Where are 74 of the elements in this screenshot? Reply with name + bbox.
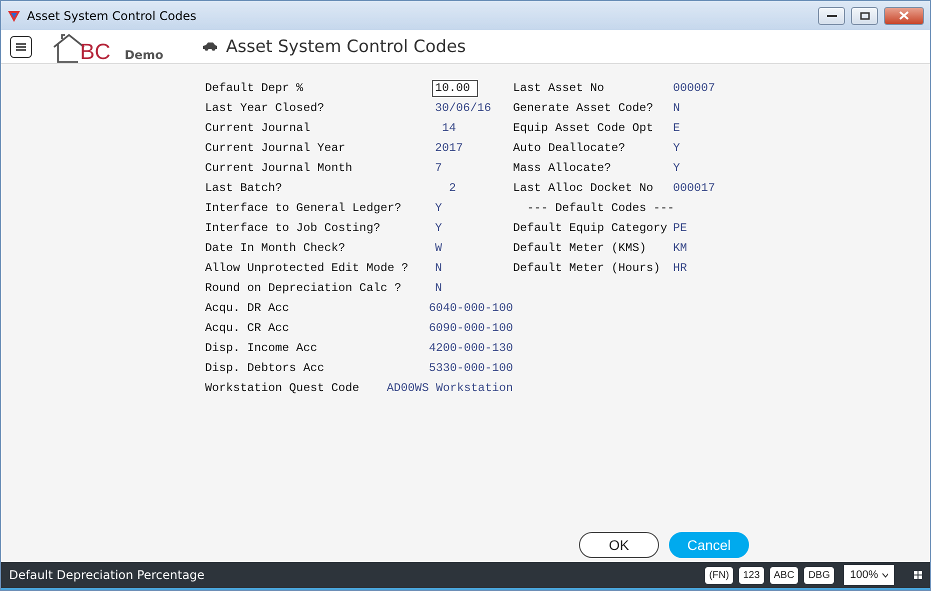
field-value: 7: [435, 161, 442, 175]
mode-key[interactable]: 123: [739, 566, 764, 584]
field-label: Equip Asset Code Opt: [513, 121, 654, 135]
logo-tag: Demo: [124, 48, 164, 62]
field-label: Disp. Income Acc: [205, 341, 318, 355]
logo-text: BC: [80, 40, 111, 62]
field-label: Last Asset No: [513, 81, 606, 95]
field-label: Last Batch?: [205, 181, 284, 195]
field-label: Acqu. DR Acc: [205, 301, 290, 315]
field-label: Current Journal Year: [205, 141, 346, 155]
field-label: Last Year Closed?: [205, 101, 326, 115]
field-label: Current Journal: [205, 121, 312, 135]
field-label: Interface to Job Costing?: [205, 221, 382, 235]
field-label: Workstation Quest Code: [205, 381, 360, 395]
field-label: Current Journal Month: [205, 161, 354, 175]
page-title: Asset System Control Codes: [226, 36, 466, 56]
status-message: Default Depreciation Percentage: [9, 568, 206, 582]
chevron-down-icon: [882, 572, 888, 578]
ok-button[interactable]: OK: [579, 532, 659, 558]
menu-icon: [16, 42, 26, 52]
field-label: Disp. Debtors Acc: [205, 361, 326, 375]
field-value: KM: [673, 241, 688, 255]
field-value: W: [435, 241, 442, 255]
field-value: 5330-000-100: [428, 361, 513, 375]
mode-key[interactable]: (FN): [705, 566, 734, 584]
field-value: Y: [435, 221, 442, 235]
window-title: Asset System Control Codes: [27, 8, 198, 22]
menu-button[interactable]: [10, 36, 32, 58]
field-value: E: [673, 121, 680, 135]
field-value: Y: [673, 161, 680, 175]
field-label: Generate Asset Code?: [513, 101, 654, 115]
section-heading: --- Default Codes ---: [526, 201, 674, 215]
input-field[interactable]: 10.00: [432, 80, 478, 96]
field-value: Y: [435, 201, 442, 215]
field-label: Date In Month Check?: [205, 241, 346, 255]
field-value: N: [435, 281, 442, 295]
field-value: PE: [673, 221, 688, 235]
car-icon: [202, 42, 218, 51]
field-value: AD00WS Workstation: [386, 381, 513, 395]
field-value: 2: [448, 181, 456, 195]
maximize-button[interactable]: [851, 6, 878, 24]
field-label: Default Depr %: [205, 81, 304, 95]
close-button[interactable]: [884, 6, 924, 24]
minimize-button[interactable]: [818, 6, 845, 24]
field-value: 14: [441, 121, 456, 135]
field-label: Default Equip Category: [513, 221, 668, 235]
close-icon: [899, 11, 909, 20]
field-label: Default Meter (KMS): [513, 241, 648, 255]
field-label: Interface to General Ledger?: [205, 201, 402, 215]
field-value: N: [673, 101, 680, 115]
field-value: 30/06/16: [435, 101, 492, 115]
field-value: 4200-000-130: [428, 341, 513, 355]
field-value: Y: [673, 141, 680, 155]
field-value: 000017: [673, 181, 716, 195]
field-label: Allow Unprotected Edit Mode ?: [205, 261, 410, 275]
app-icon: [7, 8, 21, 22]
minimize-icon: [826, 14, 836, 18]
field-value: HR: [673, 261, 688, 275]
mode-key[interactable]: DBG: [804, 566, 834, 584]
field-value: 6040-000-100: [428, 301, 513, 315]
field-value: 000007: [673, 81, 716, 95]
field-label: Mass Allocate?: [513, 161, 612, 175]
maximize-icon: [860, 12, 870, 20]
field-value: 6090-000-100: [428, 321, 513, 335]
field-value: 2017: [435, 141, 464, 155]
zoom-dropdown[interactable]: 100%: [844, 565, 894, 585]
field-value: N: [435, 261, 442, 275]
field-label: Auto Deallocate?: [513, 141, 626, 155]
field-label: Acqu. CR Acc: [205, 321, 290, 335]
field-label: Round on Depreciation Calc ?: [205, 281, 402, 295]
grid-icon[interactable]: [914, 571, 922, 579]
field-label: Default Meter (Hours): [513, 261, 662, 275]
mode-key[interactable]: ABC: [770, 566, 798, 584]
field-label: Last Alloc Docket No: [513, 181, 654, 195]
